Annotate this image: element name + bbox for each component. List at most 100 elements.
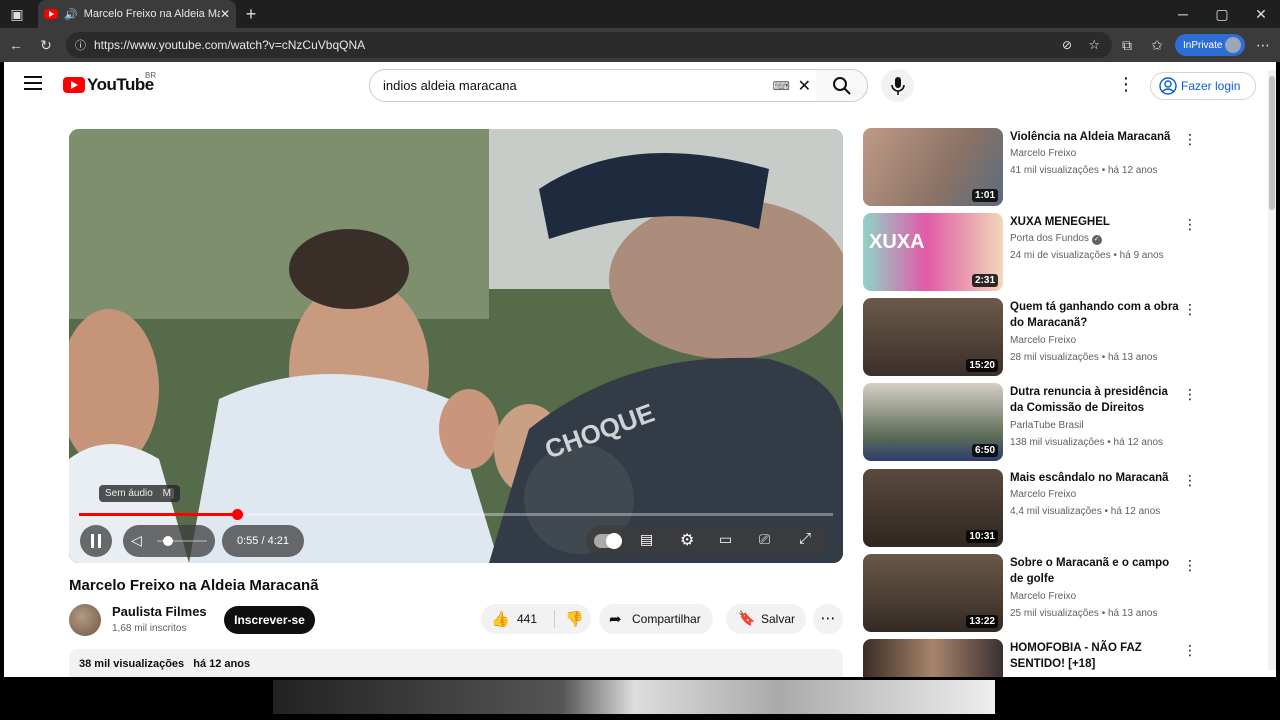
subtitles-icon[interactable]: ▤ — [640, 531, 653, 548]
share-button[interactable]: ➦ Compartilhar — [599, 604, 713, 634]
recommendation-item[interactable]: HOMOFOBIA - NÃO FAZ SENTIDO! [+18] ⋮ — [863, 639, 1208, 677]
time-text: 0:55 / 4:21 — [237, 535, 289, 547]
more-options-icon[interactable]: ⋮ — [1181, 215, 1199, 233]
like-dislike-group: 👍 441 👎 — [481, 604, 591, 634]
settings-gear-icon[interactable]: ⚙ — [680, 530, 694, 550]
subscribe-button[interactable]: Inscrever-se — [224, 606, 315, 634]
recommendation-item[interactable]: XUXA 2:31 XUXA MENEGHEL Porta dos Fundos … — [863, 213, 1208, 291]
pause-icon — [91, 534, 94, 548]
recommendation-item[interactable]: 13:22 Sobre o Maracanã e o campo de golf… — [863, 554, 1208, 632]
thumbnail[interactable]: 6:50 — [863, 383, 1003, 461]
recommendation-channel[interactable]: Porta dos Fundos ✓ — [1010, 233, 1102, 245]
search-input[interactable]: indios aldeia maracana ⌨ ✕ — [369, 69, 817, 102]
address-bar-row: ← ↻ ⓘ https://www.youtube.com/watch?v=cN… — [0, 28, 1280, 62]
more-options-icon[interactable]: ⋮ — [1181, 641, 1199, 659]
play-pause-button[interactable] — [80, 525, 112, 557]
inprivate-label: InPrivate — [1183, 39, 1223, 51]
maximize-icon[interactable]: ▢ — [1211, 3, 1233, 25]
more-options-icon[interactable]: ⋮ — [1181, 130, 1199, 148]
recommendation-title[interactable]: Sobre o Maracanã e o campo de golfe — [1010, 555, 1180, 587]
recommendation-title[interactable]: XUXA MENEGHEL — [1010, 214, 1180, 230]
youtube-page: YouTube BR indios aldeia maracana ⌨ ✕ ⋮ — [4, 62, 1276, 677]
recommendation-meta: 24 mi de visualizações • há 9 anos — [1010, 250, 1164, 261]
new-tab-icon[interactable]: + — [240, 3, 262, 25]
thumbnail[interactable] — [863, 639, 1003, 677]
recommendation-channel[interactable]: Marcelo Freixo — [1010, 148, 1076, 159]
hamburger-menu-icon[interactable] — [24, 76, 42, 90]
minimize-icon[interactable]: ─ — [1172, 3, 1194, 25]
site-info-icon[interactable]: ⓘ — [75, 37, 86, 53]
recommendation-title[interactable]: Dutra renuncia à presidência da Comissão… — [1010, 384, 1180, 416]
extensions-icon[interactable]: ⧉ — [1116, 34, 1138, 56]
recommendation-item[interactable]: 6:50 Dutra renuncia à presidência da Com… — [863, 383, 1208, 461]
more-options-icon[interactable]: ⋮ — [1181, 556, 1199, 574]
recommendation-item[interactable]: 10:31 Mais escândalo no Maracanã Marcelo… — [863, 469, 1208, 547]
url-field[interactable]: ⓘ https://www.youtube.com/watch?v=cNzCuV… — [66, 32, 1112, 58]
recommendation-title[interactable]: HOMOFOBIA - NÃO FAZ SENTIDO! [+18] — [1010, 640, 1180, 672]
thumbnail-text: XUXA — [869, 231, 925, 253]
more-options-icon[interactable]: ⋮ — [1181, 385, 1199, 403]
share-icon: ➦ — [609, 611, 622, 628]
logo-text: YouTube — [87, 75, 154, 94]
like-icon[interactable]: 👍 — [491, 610, 510, 628]
window-close-icon[interactable]: ✕ — [1250, 3, 1272, 25]
thumbnail[interactable]: XUXA 2:31 — [863, 213, 1003, 291]
settings-more-icon[interactable]: ⋮ — [1117, 74, 1135, 95]
autoplay-toggle-icon[interactable] — [594, 533, 622, 549]
like-count[interactable]: 441 — [517, 612, 537, 626]
recommendation-item[interactable]: 1:01 Violência na Aldeia Maracanã Marcel… — [863, 128, 1208, 206]
thumbnail[interactable]: 13:22 — [863, 554, 1003, 632]
recommendation-meta: 25 mil visualizações • há 13 anos — [1010, 608, 1158, 619]
inprivate-badge[interactable]: InPrivate — [1175, 34, 1245, 56]
cast-icon[interactable]: ⎚ — [759, 531, 770, 548]
tab-close-icon[interactable]: ✕ — [220, 7, 230, 21]
tab-actions-icon[interactable]: ▣ — [6, 3, 28, 25]
tracking-prevention-icon[interactable]: ⊘ — [1062, 38, 1072, 52]
page-scrollbar[interactable] — [1268, 70, 1276, 670]
bottom-overlay-strip — [0, 677, 1280, 720]
recommendation-meta: 4,4 mil visualizações • há 12 anos — [1010, 506, 1161, 517]
dislike-icon[interactable]: 👎 — [565, 610, 584, 628]
recommendation-title[interactable]: Violência na Aldeia Maracanã — [1010, 129, 1180, 145]
back-icon[interactable]: ← — [5, 34, 27, 56]
youtube-play-icon — [63, 77, 85, 93]
recommendation-item[interactable]: 15:20 Quem tá ganhando com a obra do Mar… — [863, 298, 1208, 376]
thumbnail[interactable]: 10:31 — [863, 469, 1003, 547]
recommendation-channel[interactable]: Marcelo Freixo — [1010, 591, 1076, 602]
video-player[interactable]: CHOQUE Sem áudio M ◁ 0:55 / 4:21 ▤ ⚙ ▭ ⎚ — [69, 129, 843, 563]
browser-menu-icon[interactable]: ⋯ — [1252, 34, 1274, 56]
recommendation-title[interactable]: Quem tá ganhando com a obra do Maracanã? — [1010, 299, 1180, 331]
refresh-icon[interactable]: ↻ — [35, 34, 57, 56]
volume-control[interactable]: ◁ — [123, 525, 215, 557]
speaker-icon[interactable]: 🔊 — [64, 8, 78, 21]
voice-search-button[interactable] — [881, 69, 914, 102]
more-actions-button[interactable]: ⋯ — [813, 604, 843, 634]
volume-knob[interactable] — [163, 536, 173, 546]
more-options-icon[interactable]: ⋮ — [1181, 471, 1199, 489]
login-button[interactable]: Fazer login — [1150, 72, 1256, 100]
thumbnail[interactable]: 1:01 — [863, 128, 1003, 206]
recommendation-channel[interactable]: Marcelo Freixo — [1010, 335, 1076, 346]
clear-search-icon[interactable]: ✕ — [798, 76, 811, 96]
progress-bar[interactable] — [79, 509, 833, 520]
keyboard-icon[interactable]: ⌨ — [773, 79, 790, 93]
recommendation-title[interactable]: Mais escândalo no Maracanã — [1010, 470, 1180, 486]
thumbnail[interactable]: 15:20 — [863, 298, 1003, 376]
save-button[interactable]: 🔖 Salvar — [726, 604, 806, 634]
scrollbar-thumb[interactable] — [1269, 76, 1275, 210]
channel-name[interactable]: Paulista Filmes — [112, 604, 207, 619]
theater-mode-icon[interactable]: ▭ — [719, 531, 732, 548]
recommendation-channel[interactable]: Marcelo Freixo — [1010, 489, 1076, 500]
recommendation-channel[interactable]: ParlaTube Brasil — [1010, 420, 1084, 431]
more-options-icon[interactable]: ⋮ — [1181, 300, 1199, 318]
fullscreen-icon[interactable]: ⤢ — [799, 530, 811, 547]
search-button[interactable] — [816, 69, 868, 102]
volume-muted-icon[interactable]: ◁ — [131, 532, 142, 549]
favorite-star-icon[interactable]: ☆ — [1088, 37, 1100, 53]
channel-avatar[interactable] — [69, 604, 101, 636]
favorites-icon[interactable]: ✩ — [1146, 34, 1168, 56]
subscriber-count: 1,68 mil inscritos — [112, 623, 187, 634]
description-box[interactable]: 38 mil visualizações há 12 anos — [69, 649, 843, 677]
youtube-logo[interactable]: YouTube BR — [63, 71, 156, 95]
browser-tab-active[interactable]: 🔊 Marcelo Freixo na Aldeia Ma ✕ — [38, 0, 236, 28]
